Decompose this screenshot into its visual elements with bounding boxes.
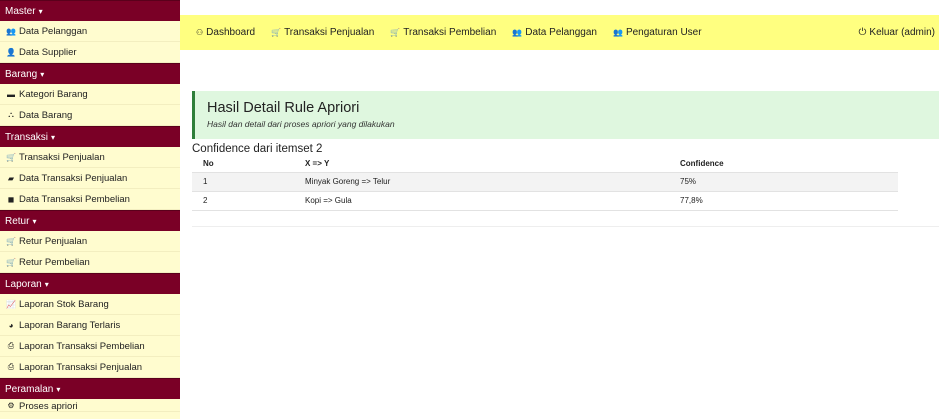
users-icon: 👥 (512, 28, 523, 37)
table-row: 1 Minyak Goreng => Telur 75% (192, 171, 898, 191)
sidebar-section-label: Master (5, 5, 36, 17)
sidebar-section-label: Laporan (5, 278, 42, 290)
column-header-no: No (203, 158, 214, 168)
pie-chart-icon: ◕ (8, 320, 14, 330)
sidebar-section-label: Peramalan (5, 383, 54, 395)
sidebar-section-label: Barang (5, 68, 38, 80)
cart-icon: 🛒 (271, 28, 282, 37)
cell-confidence: 75% (669, 171, 898, 191)
sidebar-item-data-transaksi-penjualan[interactable]: ▰ Data Transaksi Penjualan (0, 168, 180, 189)
sidebar-item-label: Kategori Barang (19, 88, 88, 100)
folder-icon: ▬ (7, 89, 15, 99)
table-row: 2 Kopi => Gula 77,8% (192, 190, 898, 211)
sidebar-item-proses-apriori[interactable]: ⚙ Proses apriori (0, 399, 180, 412)
caret-down-icon: ▾ (32, 216, 37, 226)
sidebar-item-label: Data Transaksi Penjualan (19, 172, 128, 184)
power-icon: ⏻ (858, 27, 867, 38)
cell-rule: Kopi => Gula (294, 190, 669, 211)
sidebar-section-peramalan[interactable]: Peramalan ▾ (0, 378, 180, 399)
users-icon: 👥 (612, 28, 623, 37)
sidebar-section-laporan[interactable]: Laporan ▾ (0, 273, 180, 294)
database-icon: ◼ (7, 194, 15, 204)
logout-link[interactable]: ⏻ Keluar (admin) (858, 27, 935, 38)
cart-icon: 🛒 (6, 257, 16, 267)
nav-transaksi-penjualan[interactable]: 🛒 Transaksi Penjualan (271, 27, 374, 38)
confidence-table: No X => Y Confidence 1 Minyak Goreng => … (192, 155, 898, 211)
print-icon: ⎙ (7, 362, 15, 371)
nav-label: Dashboard (206, 27, 256, 38)
line-chart-icon: 📈 (6, 299, 16, 309)
sidebar-item-label: Laporan Barang Terlaris (19, 319, 121, 331)
nav-label: Data Pelanggan (525, 27, 597, 38)
cart-icon: 🛒 (390, 28, 401, 37)
sidebar-item-retur-pembelian[interactable]: 🛒 Retur Pembelian (0, 252, 180, 273)
cart-icon: 🛒 (6, 236, 16, 246)
sidebar-item-label: Laporan Transaksi Pembelian (19, 340, 145, 352)
sidebar-item-retur-penjualan[interactable]: 🛒 Retur Penjualan (0, 231, 180, 252)
caret-down-icon: ▾ (44, 279, 49, 289)
sidebar-item-label: Data Transaksi Pembelian (19, 193, 130, 205)
sidebar-item-data-transaksi-pembelian[interactable]: ◼ Data Transaksi Pembelian (0, 189, 180, 210)
sidebar-item-data-supplier[interactable]: 👤 Data Supplier (0, 42, 180, 63)
print-icon: ⎙ (7, 341, 15, 350)
logout-label: Keluar (admin) (869, 27, 935, 38)
sidebar-section-barang[interactable]: Barang ▾ (0, 63, 180, 84)
top-navbar: ⚇ Dashboard 🛒 Transaksi Penjualan 🛒 Transaksi… (180, 15, 939, 50)
cart-icon: 🛒 (6, 152, 16, 162)
caret-down-icon: ▾ (56, 384, 61, 394)
sidebar-item-label: Proses apriori (19, 401, 78, 412)
divider (192, 226, 939, 227)
user-icon: 👤 (6, 47, 16, 57)
sidebar-item-label: Laporan Stok Barang (19, 298, 109, 310)
cell-no: 2 (192, 190, 294, 211)
nav-data-pelanggan[interactable]: 👥 Data Pelanggan (512, 27, 597, 38)
sidebar-item-transaksi-penjualan[interactable]: 🛒 Transaksi Penjualan (0, 147, 180, 168)
caret-down-icon: ▾ (38, 6, 43, 16)
nav-dashboard[interactable]: ⚇ Dashboard (196, 27, 255, 38)
nav-label: Transaksi Pembelian (403, 27, 497, 38)
sidebar-section-label: Transaksi (5, 131, 48, 143)
sidebar: Master ▾ 👥 Data Pelanggan 👤 Data Supplier Bara… (0, 0, 180, 419)
column-header-rule: X => Y (305, 158, 330, 168)
nav-label: Transaksi Penjualan (284, 27, 375, 38)
sidebar-item-data-pelanggan[interactable]: 👥 Data Pelanggan (0, 21, 180, 42)
sidebar-item-laporan-transaksi-penjualan[interactable]: ⎙ Laporan Transaksi Penjualan (0, 357, 180, 378)
info-panel: Hasil Detail Rule Apriori Hasil dan deta… (192, 91, 939, 139)
caret-down-icon: ▾ (50, 132, 55, 142)
nav-pengaturan-user[interactable]: 👥 Pengaturan User (613, 27, 702, 38)
sidebar-item-label: Transaksi Penjualan (19, 151, 105, 163)
sidebar-section-transaksi[interactable]: Transaksi ▾ (0, 126, 180, 147)
sidebar-item-data-barang[interactable]: ⛬ Data Barang (0, 105, 180, 126)
page-subtitle: Hasil dan detail dari proses apriori yan… (207, 119, 395, 129)
sidebar-item-label: Retur Penjualan (19, 235, 88, 247)
nav-label: Pengaturan User (625, 27, 702, 38)
sidebar-section-label: Retur (5, 215, 30, 227)
table-header-row: No X => Y Confidence (192, 155, 898, 172)
dashboard-icon: ⚇ (196, 28, 204, 37)
sidebar-item-label: Retur Pembelian (19, 256, 90, 268)
gear-icon: ⚙ (7, 401, 15, 410)
sidebar-item-label: Data Barang (19, 109, 73, 121)
sidebar-item-label: Data Supplier (19, 46, 77, 58)
caret-down-icon: ▾ (40, 69, 45, 79)
cell-no: 1 (192, 171, 294, 191)
sidebar-item-label: Data Pelanggan (19, 25, 88, 37)
sidebar-section-master[interactable]: Master ▾ (0, 0, 180, 21)
cell-rule: Minyak Goreng => Telur (294, 171, 669, 191)
cell-confidence: 77,8% (669, 190, 898, 211)
users-icon: 👥 (6, 26, 16, 36)
column-header-confidence: Confidence (680, 158, 724, 168)
nav-transaksi-pembelian[interactable]: 🛒 Transaksi Pembelian (390, 27, 496, 38)
sidebar-item-label: Laporan Transaksi Penjualan (19, 361, 143, 373)
sidebar-item-laporan-transaksi-pembelian[interactable]: ⎙ Laporan Transaksi Pembelian (0, 336, 180, 357)
sidebar-item-laporan-barang-terlaris[interactable]: ◕ Laporan Barang Terlaris (0, 315, 180, 336)
sidebar-item-laporan-stok-barang[interactable]: 📈 Laporan Stok Barang (0, 294, 180, 315)
sidebar-section-retur[interactable]: Retur ▾ (0, 210, 180, 231)
page-title: Hasil Detail Rule Apriori (207, 100, 360, 116)
confidence-section-title: Confidence dari itemset 2 (192, 143, 323, 155)
book-icon: ▰ (7, 173, 15, 183)
sidebar-item-kategori-barang[interactable]: ▬ Kategori Barang (0, 84, 180, 105)
cubes-icon: ⛬ (8, 110, 14, 119)
